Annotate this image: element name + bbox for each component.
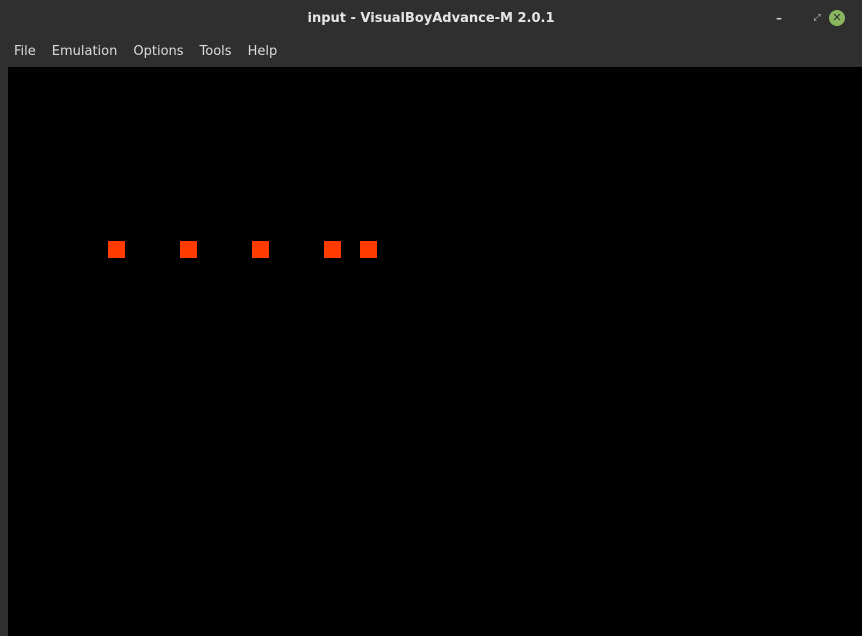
emulator-screen[interactable] xyxy=(8,67,862,636)
game-block xyxy=(252,241,269,258)
game-block xyxy=(324,241,341,258)
game-block xyxy=(108,241,125,258)
maximize-button[interactable]: ⤢ xyxy=(808,9,826,27)
menu-tools[interactable]: Tools xyxy=(192,37,240,67)
game-block xyxy=(360,241,377,258)
menu-emulation[interactable]: Emulation xyxy=(44,37,126,67)
menu-help[interactable]: Help xyxy=(240,37,286,67)
minimize-button[interactable]: – xyxy=(770,9,788,27)
menu-bar: File Emulation Options Tools Help xyxy=(0,37,862,67)
app-window: input - VisualBoyAdvance-M 2.0.1 – ⤢ ✕ F… xyxy=(0,0,862,636)
menu-file[interactable]: File xyxy=(0,37,44,67)
title-bar[interactable]: input - VisualBoyAdvance-M 2.0.1 – ⤢ ✕ xyxy=(0,0,862,37)
game-block xyxy=(180,241,197,258)
close-button[interactable]: ✕ xyxy=(829,10,845,26)
window-title: input - VisualBoyAdvance-M 2.0.1 xyxy=(307,11,555,26)
menu-options[interactable]: Options xyxy=(125,37,191,67)
